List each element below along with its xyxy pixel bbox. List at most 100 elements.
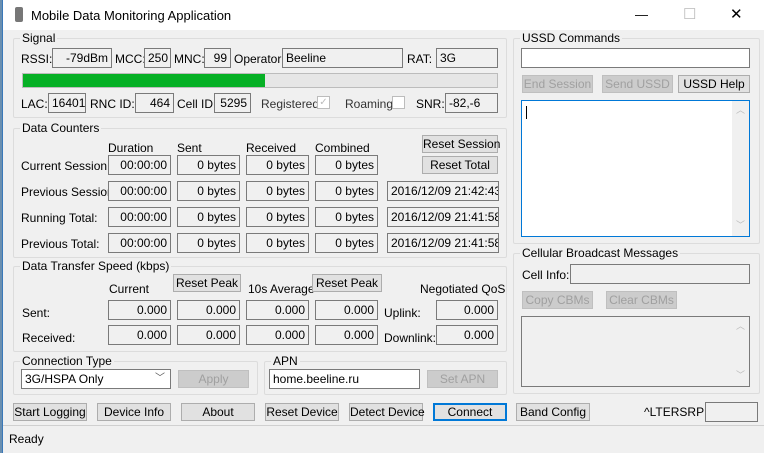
maximize-button[interactable]: ☐ (683, 5, 696, 23)
counter-received: 0 bytes (246, 207, 309, 227)
reset-session-button[interactable]: Reset Session (422, 135, 500, 153)
connect-button[interactable]: Connect (433, 403, 507, 421)
reset-peak-avg-button[interactable]: Reset Peak (312, 274, 382, 292)
rat-label: RAT: (407, 52, 433, 66)
scrollbar[interactable]: ︿ ﹀ (732, 317, 749, 386)
avg-header: 10s Average (248, 282, 315, 296)
mnc-label: MNC: (174, 52, 205, 66)
uplink-value: 0.000 (436, 300, 498, 320)
connection-type-label: Connection Type (20, 354, 114, 368)
lac-label: LAC: (21, 97, 48, 111)
registered-label: Registered: (261, 97, 323, 111)
reset-peak-current-button[interactable]: Reset Peak (173, 274, 241, 292)
counter-sent: 0 bytes (177, 155, 240, 175)
speed-group-label: Data Transfer Speed (kbps) (20, 259, 172, 273)
apn-input[interactable]: home.beeline.ru (269, 369, 420, 389)
cell-info-label: Cell Info: (522, 268, 570, 282)
counter-row-label: Current Session: (21, 159, 111, 173)
counter-sent: 0 bytes (177, 233, 240, 253)
sent-avg: 0.000 (246, 300, 309, 320)
cbm-group-label: Cellular Broadcast Messages (520, 246, 681, 260)
snr-label: SNR: (416, 97, 445, 111)
reset-device-button[interactable]: Reset Device (265, 403, 339, 421)
set-apn-button[interactable]: Set APN (427, 370, 498, 388)
copy-cbms-button[interactable]: Copy CBMs (522, 291, 593, 309)
counter-date: 2016/12/09 21:41:58 (387, 233, 499, 253)
counter-duration: 00:00:00 (108, 207, 171, 227)
about-button[interactable]: About (181, 403, 255, 421)
connection-type-select[interactable]: 3G/HSPA Only ﹀ (21, 369, 171, 389)
ussd-help-button[interactable]: USSD Help (678, 75, 750, 93)
reset-total-button[interactable]: Reset Total (422, 156, 498, 174)
chevron-down-icon: ﹀ (155, 373, 165, 384)
counter-duration: 00:00:00 (108, 181, 171, 201)
minimize-button[interactable]: — (635, 7, 648, 22)
counter-date: 2016/12/09 21:42:43 (387, 181, 499, 201)
qos-header: Negotiated QoS (420, 282, 506, 296)
close-button[interactable]: ✕ (730, 5, 743, 23)
rat-value: 3G (436, 48, 498, 68)
signal-strength-fill (23, 74, 265, 87)
connection-type-value: 3G/HSPA Only (25, 372, 104, 386)
counter-duration: 00:00:00 (108, 155, 171, 175)
detect-device-button[interactable]: Detect Device (349, 403, 425, 421)
counter-sent: 0 bytes (177, 181, 240, 201)
end-session-button[interactable]: End Session (522, 75, 593, 93)
ussd-output[interactable]: ︿ ﹀ (521, 100, 750, 237)
sent-speed-label: Sent: (22, 306, 51, 320)
header-received: Received (246, 141, 297, 155)
status-text: Ready (9, 432, 44, 446)
device-info-button[interactable]: Device Info (97, 403, 171, 421)
registered-checkbox[interactable]: ✓ (317, 96, 330, 109)
counter-combined: 0 bytes (315, 181, 378, 201)
counter-combined: 0 bytes (315, 233, 378, 253)
downlink-value: 0.000 (436, 325, 498, 345)
send-ussd-button[interactable]: Send USSD (602, 75, 673, 93)
mcc-value: 250 (144, 48, 171, 68)
roaming-label: Roaming: (345, 97, 397, 111)
counter-row-label: Running Total: (21, 211, 98, 225)
ussd-input[interactable] (521, 48, 750, 68)
counter-duration: 00:00:00 (108, 233, 171, 253)
counter-date: 2016/12/09 21:41:58 (387, 207, 499, 227)
start-logging-button[interactable]: Start Logging (13, 403, 87, 421)
counter-received: 0 bytes (246, 181, 309, 201)
apn-label: APN (271, 354, 300, 368)
rssi-label: RSSI: (21, 52, 53, 66)
received-avg: 0.000 (246, 325, 309, 345)
snr-value: -82,-6 (445, 93, 498, 113)
counter-combined: 0 bytes (315, 207, 378, 227)
rssi-value: -79dBm (52, 48, 112, 68)
header-sent: Sent (177, 141, 202, 155)
sent-current: 0.000 (108, 300, 171, 320)
main-window: Mobile Data Monitoring Application — ☐ ✕… (2, 0, 764, 453)
status-bar: Ready (3, 425, 764, 453)
lac-value: 16401 (48, 93, 86, 113)
apply-button[interactable]: Apply (178, 370, 249, 388)
cbm-output[interactable]: ︿ ﹀ (521, 316, 750, 387)
operator-value: Beeline (282, 48, 403, 68)
counter-sent: 0 bytes (177, 207, 240, 227)
sent-avg-peak: 0.000 (315, 300, 378, 320)
cell-id-value: 5295 (214, 93, 251, 113)
app-phone-icon (15, 7, 23, 22)
header-combined: Combined (315, 141, 370, 155)
scrollbar[interactable]: ︿ ﹀ (732, 101, 749, 236)
roaming-checkbox[interactable] (392, 96, 405, 109)
signal-strength-bar (22, 73, 498, 88)
data-counters-label: Data Counters (20, 121, 102, 135)
counter-row-label: Previous Session: (21, 185, 118, 199)
mcc-label: MCC: (115, 52, 146, 66)
sent-current-peak: 0.000 (177, 300, 240, 320)
received-current: 0.000 (108, 325, 171, 345)
band-config-button[interactable]: Band Config (516, 403, 590, 421)
counter-received: 0 bytes (246, 155, 309, 175)
mnc-value: 99 (204, 48, 231, 68)
downlink-label: Downlink: (384, 331, 437, 345)
received-current-peak: 0.000 (177, 325, 240, 345)
current-header: Current (109, 282, 150, 296)
ltersrp-value (705, 402, 758, 422)
ltersrp-label: ^LTERSRP: (644, 405, 708, 419)
ussd-group-label: USSD Commands (520, 31, 623, 45)
clear-cbms-button[interactable]: Clear CBMs (606, 291, 677, 309)
